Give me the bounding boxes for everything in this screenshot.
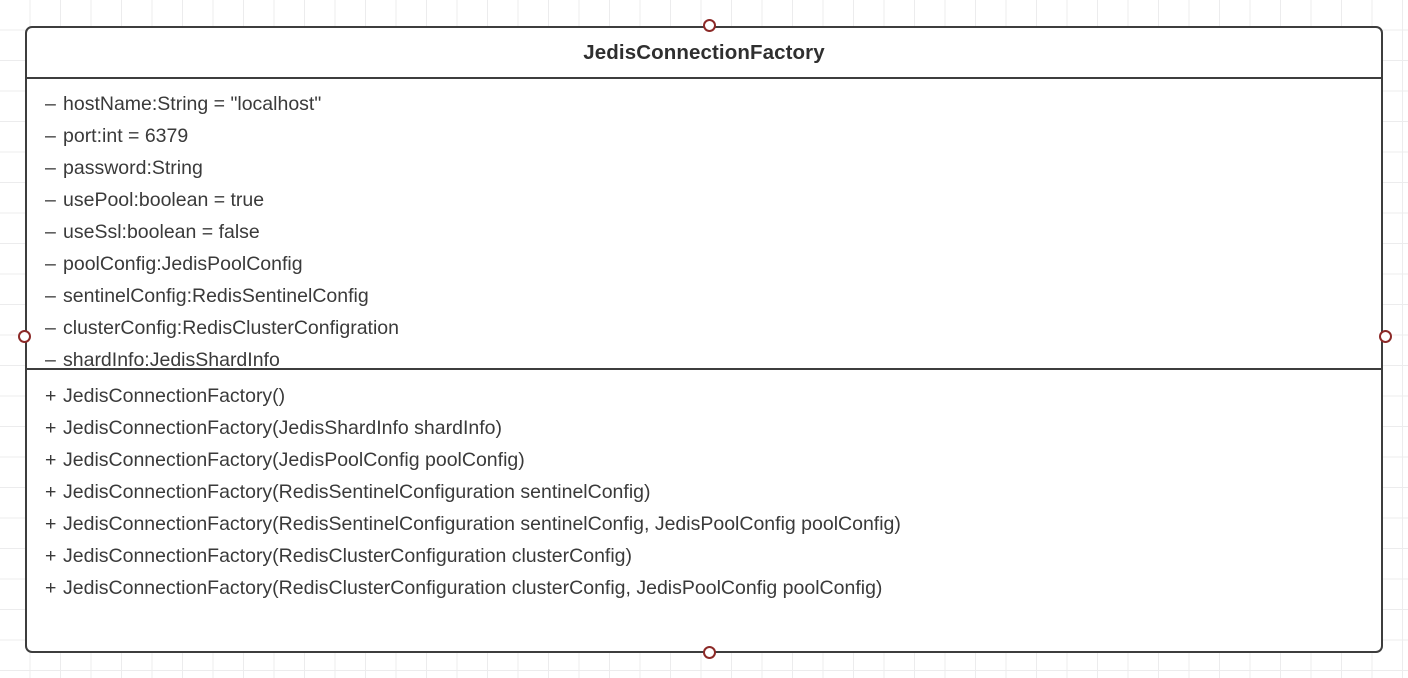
class-name-label: JedisConnectionFactory <box>583 40 825 64</box>
attribute-visibility: – <box>45 253 56 275</box>
attribute-visibility: – <box>45 349 56 371</box>
operation-visibility: + <box>45 577 57 599</box>
attribute-visibility: – <box>45 189 56 211</box>
attributes-compartment: – hostName:String = "localhost" – port:int … <box>27 79 1381 371</box>
operation-row: + JedisConnectionFactory() <box>45 380 1381 412</box>
attribute-visibility: – <box>45 221 56 243</box>
operation-signature: JedisConnectionFactory(JedisPoolConfig p… <box>63 449 525 471</box>
operation-signature: JedisConnectionFactory(JedisShardInfo sh… <box>63 417 502 439</box>
attribute-row: – password:String <box>45 152 1381 184</box>
operation-signature: JedisConnectionFactory(RedisClusterConfi… <box>63 545 633 567</box>
attribute-visibility: – <box>45 285 56 307</box>
operation-row: + JedisConnectionFactory(JedisShardInfo s… <box>45 412 1381 444</box>
attribute-visibility: – <box>45 317 56 339</box>
operation-visibility: + <box>45 481 57 503</box>
operation-row: + JedisConnectionFactory(RedisSentinelCon… <box>45 508 1381 540</box>
attribute-row: – usePool:boolean = true <box>45 184 1381 216</box>
operation-visibility: + <box>45 545 57 567</box>
attribute-row: – sentinelConfig:RedisSentinelConfig <box>45 280 1381 312</box>
attribute-signature: useSsl:boolean = false <box>63 221 260 243</box>
attribute-signature: poolConfig:JedisPoolConfig <box>63 253 303 275</box>
attribute-row: – poolConfig:JedisPoolConfig <box>45 248 1381 280</box>
attribute-visibility: – <box>45 93 56 115</box>
attribute-signature: port:int = 6379 <box>63 125 189 147</box>
connection-handle-top-icon[interactable] <box>703 19 716 32</box>
operation-row: + JedisConnectionFactory(RedisClusterConf… <box>45 540 1381 572</box>
attribute-row: – hostName:String = "localhost" <box>45 88 1381 120</box>
operation-signature: JedisConnectionFactory() <box>63 385 286 407</box>
operation-visibility: + <box>45 417 57 439</box>
operation-row: + JedisConnectionFactory(JedisPoolConfig … <box>45 444 1381 476</box>
operation-visibility: + <box>45 385 57 407</box>
attribute-signature: password:String <box>63 157 203 179</box>
operation-signature: JedisConnectionFactory(RedisSentinelConf… <box>63 481 651 503</box>
uml-class-box[interactable]: JedisConnectionFactory – hostName:String … <box>25 26 1383 653</box>
operation-visibility: + <box>45 513 57 535</box>
attribute-signature: hostName:String = "localhost" <box>63 93 322 115</box>
attribute-signature: usePool:boolean = true <box>63 189 265 211</box>
attribute-signature: sentinelConfig:RedisSentinelConfig <box>63 285 369 307</box>
connection-handle-bottom-icon[interactable] <box>703 646 716 659</box>
operation-signature: JedisConnectionFactory(RedisSentinelConf… <box>63 513 901 535</box>
attribute-signature: clusterConfig:RedisClusterConfigration <box>63 317 399 339</box>
connection-handle-left-icon[interactable] <box>18 330 31 343</box>
attribute-row: – clusterConfig:RedisClusterConfigration <box>45 312 1381 344</box>
operation-visibility: + <box>45 449 57 471</box>
diagram-canvas[interactable]: JedisConnectionFactory – hostName:String … <box>0 0 1408 678</box>
attribute-visibility: – <box>45 157 56 179</box>
attribute-row: – port:int = 6379 <box>45 120 1381 152</box>
connection-handle-right-icon[interactable] <box>1379 330 1392 343</box>
attribute-visibility: – <box>45 125 56 147</box>
operation-row: + JedisConnectionFactory(RedisSentinelCon… <box>45 476 1381 508</box>
class-name-compartment: JedisConnectionFactory <box>27 28 1381 79</box>
attribute-row: – useSsl:boolean = false <box>45 216 1381 248</box>
operation-signature: JedisConnectionFactory(RedisClusterConfi… <box>63 577 883 599</box>
attribute-signature: shardInfo:JedisShardInfo <box>63 349 280 371</box>
operations-compartment: + JedisConnectionFactory() + JedisConnectio… <box>27 370 1381 604</box>
operation-row: + JedisConnectionFactory(RedisClusterConf… <box>45 572 1381 604</box>
